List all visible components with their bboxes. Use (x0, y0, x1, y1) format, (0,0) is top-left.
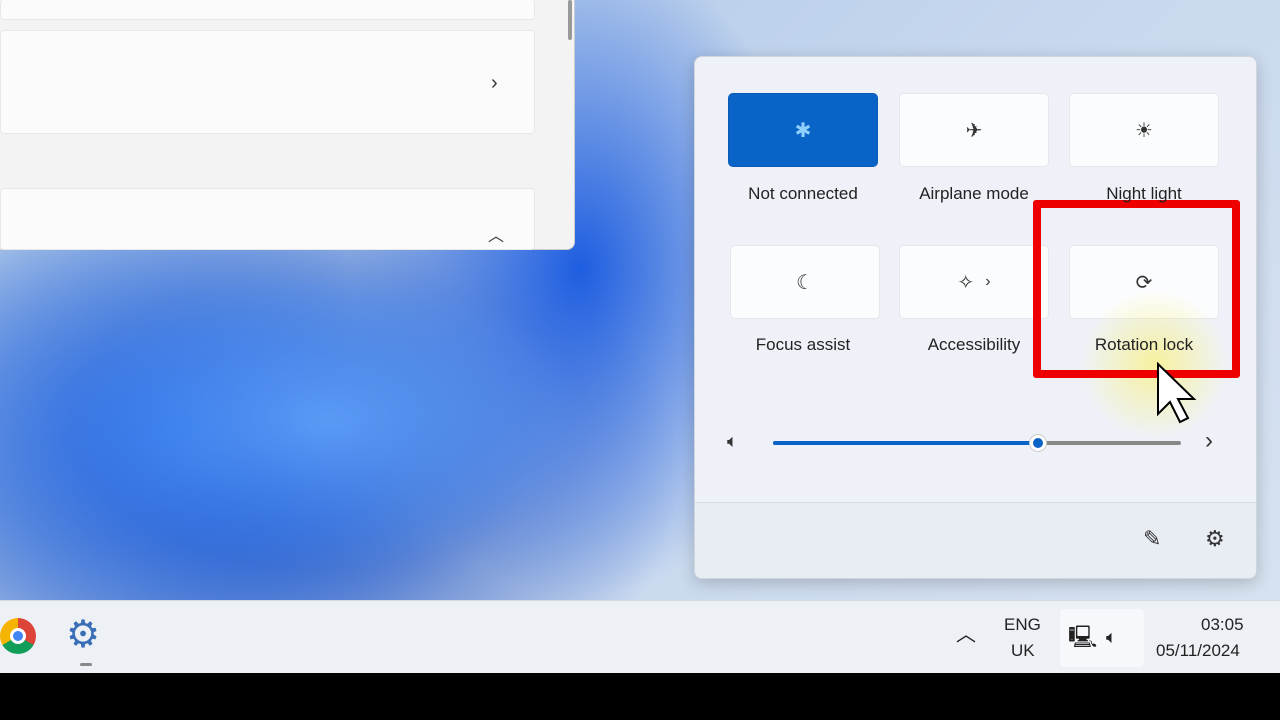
tile-label: Night light (1106, 184, 1182, 203)
rotation-lock-tile[interactable]: ⟳ (1069, 245, 1219, 319)
moon-icon: ☾ (796, 271, 814, 294)
language-label[interactable]: ENG (1004, 615, 1041, 635)
night-light-icon: ☀ (1135, 119, 1153, 142)
volume-fill (773, 441, 1039, 445)
network-ethernet-icon: 🖳︎ (1068, 624, 1098, 649)
bluetooth-icon: ✱ (794, 119, 812, 142)
night-light-tile[interactable]: ☀ (1069, 93, 1219, 167)
focus-assist-tile[interactable]: ☾ (730, 245, 880, 319)
region-label[interactable]: UK (1011, 641, 1035, 661)
rotation-lock-icon: ⟳ (1135, 271, 1153, 294)
audio-output-chevron-icon[interactable]: › (1205, 429, 1213, 453)
bluetooth-tile[interactable]: ✱ (728, 93, 878, 167)
chevron-right-icon: › (985, 273, 991, 290)
mouse-cursor-icon (1157, 362, 1197, 424)
chevron-up-icon: ︿ (488, 228, 505, 245)
clock-time[interactable]: 03:05 (1201, 615, 1244, 635)
speaker-icon[interactable]: 🔈︎ (727, 431, 738, 451)
accessibility-tile[interactable]: ✧ › (899, 245, 1049, 319)
quick-settings-panel: ✱ Not connected ✈ Airplane mode ☀ Night … (694, 56, 1257, 579)
network-volume-button[interactable]: 🖳︎ 🔈︎ (1060, 609, 1144, 667)
tile-label: Accessibility (927, 335, 1021, 354)
volume-slider[interactable] (773, 434, 1181, 452)
edit-pencil-icon[interactable]: ✎ (1143, 527, 1161, 551)
settings-card[interactable] (0, 0, 535, 20)
accessibility-icon: ✧ (957, 271, 975, 294)
show-hidden-icons-chevron-icon[interactable]: ︿ (956, 625, 976, 645)
scrollbar[interactable] (568, 0, 572, 40)
gear-icon[interactable]: ⚙ (1205, 527, 1225, 551)
clock-date[interactable]: 05/11/2024 (1156, 641, 1240, 661)
chrome-icon[interactable] (0, 618, 36, 654)
settings-card[interactable]: › (0, 30, 535, 134)
tile-label: Focus assist (755, 335, 851, 354)
volume-thumb[interactable] (1029, 434, 1048, 452)
chevron-right-icon: › (491, 72, 498, 94)
quick-settings-footer: ✎ ⚙ (695, 502, 1256, 578)
airplane-icon: ✈ (965, 119, 983, 142)
running-indicator (80, 663, 92, 666)
airplane-mode-tile[interactable]: ✈ (899, 93, 1049, 167)
tile-label: Rotation lock (1094, 335, 1194, 354)
settings-card[interactable]: ︿ (0, 188, 535, 250)
tile-label: Not connected (748, 184, 858, 203)
settings-app-icon[interactable]: ⚙ (66, 615, 100, 655)
tile-label: Airplane mode (919, 184, 1029, 203)
taskbar: ⚙ ︿ ENG UK 🖳︎ 🔈︎ 03:05 05/11/2024 (0, 600, 1280, 673)
settings-window: › ︿ (0, 0, 575, 250)
speaker-icon: 🔈︎ (1106, 627, 1117, 647)
